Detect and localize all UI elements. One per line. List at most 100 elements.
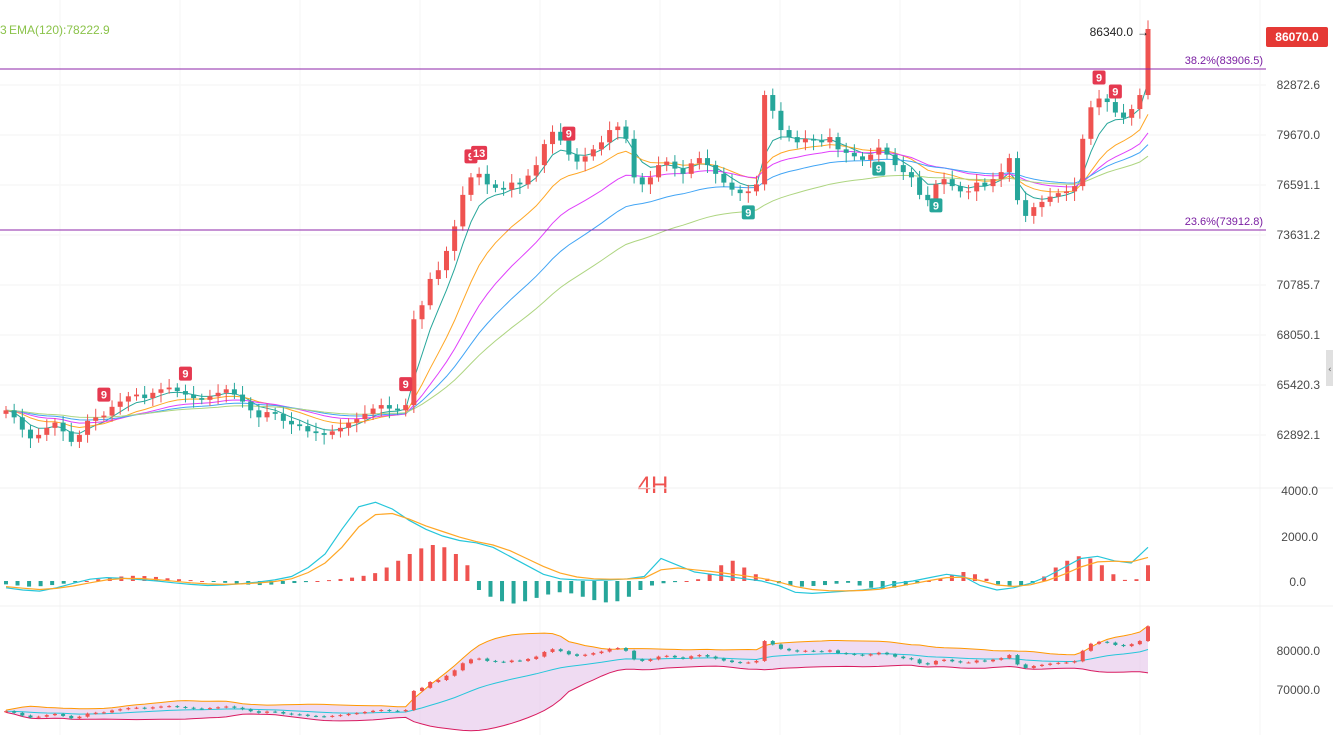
candle-body (639, 177, 645, 185)
macd-bar (211, 581, 216, 582)
boll-candle-body (110, 710, 115, 713)
boll-candle-body (501, 661, 506, 663)
macd-bar (811, 581, 816, 586)
candle-body (52, 422, 58, 428)
candle-body (802, 138, 808, 143)
boll-candle-body (599, 651, 604, 654)
boll-candle-body (640, 659, 645, 661)
boll-candle-body (615, 648, 620, 650)
candle-body (900, 165, 906, 173)
boll-candle-body (1097, 641, 1102, 644)
boll-candle-body (852, 653, 857, 655)
macd-bar (350, 577, 355, 581)
boll-candle-body (216, 707, 221, 709)
candle-body (786, 130, 792, 138)
candle-body (1014, 158, 1020, 201)
candle-body (688, 163, 694, 174)
boll-candle-body (61, 713, 66, 716)
candle-body (1121, 112, 1127, 118)
boll-candle-body (354, 713, 359, 715)
boll-candle-body (420, 687, 425, 691)
boll-candle-body (942, 659, 947, 661)
macd-bar (50, 581, 55, 586)
candle-body (623, 126, 629, 139)
candle-body (680, 168, 686, 174)
boll-candle-body (901, 656, 906, 659)
boll-candle-body (1072, 661, 1077, 663)
candle-body (191, 394, 197, 399)
boll-candle-body (697, 655, 702, 657)
boll-candle-body (44, 715, 49, 717)
candle-body (1137, 95, 1143, 110)
boll-candle-body (207, 708, 212, 710)
boll-candle-body (1088, 643, 1093, 651)
candle-body (770, 95, 776, 111)
candle-body (876, 147, 882, 155)
candle-body (501, 187, 507, 190)
candle-body (297, 424, 303, 427)
boll-candle-body (542, 651, 547, 657)
boll-candle-body (12, 711, 17, 713)
candle-body (215, 392, 221, 397)
last-price-text: 86070.0 (1275, 30, 1319, 44)
boll-candle-body (297, 714, 302, 716)
price-tick: 82872.6 (1277, 78, 1321, 92)
candle-body (892, 154, 898, 166)
boll-candle-body (933, 660, 938, 665)
macd-bar (569, 581, 574, 594)
boll-candle-body (232, 706, 237, 708)
boll-candle-body (1121, 644, 1126, 647)
boll-candle-body (836, 650, 841, 654)
candle-body (435, 270, 441, 279)
boll-candle-body (623, 648, 628, 651)
boll-candle-body (672, 655, 677, 658)
candle-body (443, 250, 449, 271)
candle-body (1072, 186, 1078, 192)
boll-candle-body (1015, 655, 1020, 665)
boll-candle-body (729, 660, 734, 663)
boll-candle-body (884, 652, 889, 655)
candle-body (1112, 102, 1118, 113)
price-tick: 76591.1 (1277, 178, 1321, 192)
candle-body (427, 278, 433, 306)
candle-body (998, 172, 1004, 180)
macd-bar (799, 581, 804, 587)
macd-bar (661, 581, 666, 584)
macd-bar (326, 580, 331, 582)
price-tick: 65420.3 (1277, 378, 1321, 392)
macd-bar (430, 545, 435, 581)
boll-candle-body (20, 712, 25, 716)
macd-bar (603, 581, 608, 603)
boll-candle-body (974, 660, 979, 663)
macd-bar (396, 560, 401, 581)
boll-candle-body (28, 715, 33, 718)
candle-body (819, 140, 825, 143)
boll-candle-body (224, 706, 229, 708)
candle-body (713, 165, 719, 174)
candle-body (1039, 201, 1045, 208)
candle-body (1006, 158, 1012, 173)
candle-body (957, 186, 963, 192)
boll-candle-body (583, 654, 588, 656)
price-tick: 68050.1 (1277, 328, 1321, 342)
candle-body (525, 175, 531, 185)
boll-candle-body (477, 658, 482, 660)
boll-candle-body (273, 711, 278, 713)
macd-bar (465, 565, 470, 581)
td-mark-label: 9 (876, 164, 882, 176)
td-mark-label: 9 (403, 379, 409, 391)
boll-candle-body (917, 659, 922, 664)
macd-bar (592, 581, 597, 601)
chevron-left-icon[interactable]: ‹ (1328, 365, 1332, 375)
macd-bar (407, 554, 412, 581)
candle-body (93, 417, 99, 421)
candle-body (305, 426, 311, 432)
boll-candle-body (819, 651, 824, 653)
macd-bar (823, 581, 828, 586)
boll-candle-body (991, 659, 996, 662)
macd-bar (500, 581, 505, 602)
candle-body (1080, 138, 1086, 187)
boll-candle-body (534, 656, 539, 659)
boll-candle-body (982, 660, 987, 662)
boll-candle-body (1146, 626, 1150, 642)
